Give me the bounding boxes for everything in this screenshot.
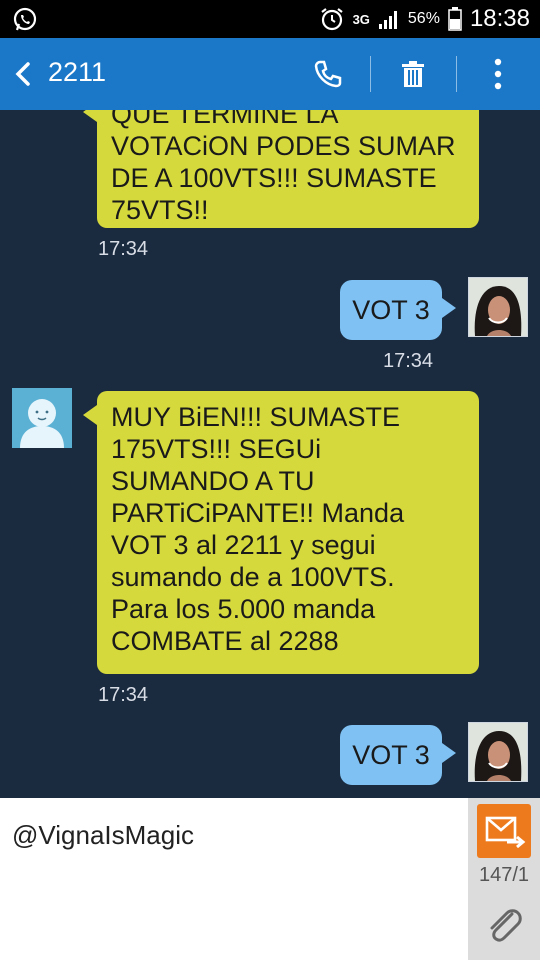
outgoing-message-bubble[interactable]: VOT 3 bbox=[340, 280, 456, 340]
profile-photo-icon bbox=[469, 278, 527, 336]
message-input[interactable]: @VignaIsMagic bbox=[12, 820, 194, 851]
trash-icon bbox=[402, 61, 424, 87]
alarm-icon bbox=[320, 8, 343, 31]
more-options-button[interactable] bbox=[474, 52, 522, 96]
my-avatar[interactable] bbox=[468, 277, 528, 337]
message-line: VOTACiON PODES SUMAR bbox=[111, 131, 456, 161]
incoming-message-bubble[interactable]: MUY BiEN!!! SUMASTE 175VTS!!! SEGUi SUMA… bbox=[83, 391, 479, 674]
battery-icon bbox=[448, 7, 462, 31]
message-timestamp: 17:34 bbox=[98, 684, 149, 706]
send-button[interactable] bbox=[477, 804, 531, 858]
signal-icon bbox=[378, 11, 397, 29]
network-3g-icon: 3G bbox=[352, 11, 370, 27]
composer-side-panel: 147/1 bbox=[468, 798, 540, 960]
more-vert-icon bbox=[494, 58, 502, 90]
message-line: QUE TERMINE LA bbox=[111, 110, 339, 129]
app-bar: 2211 bbox=[0, 38, 540, 110]
my-avatar[interactable] bbox=[468, 722, 528, 782]
message-text: VOT 3 bbox=[352, 740, 430, 770]
message-line: SUMANDO A TU bbox=[111, 466, 315, 496]
message-timestamp: 17:34 bbox=[383, 350, 434, 372]
incoming-message-bubble[interactable]: QUE TERMINE LA VOTACiON PODES SUMAR DE A… bbox=[83, 110, 479, 228]
call-button[interactable] bbox=[304, 52, 352, 96]
default-contact-icon bbox=[12, 388, 72, 448]
outgoing-message-bubble[interactable]: VOT 3 bbox=[340, 725, 456, 785]
profile-photo-icon bbox=[469, 723, 527, 781]
whatsapp-icon bbox=[13, 7, 37, 31]
attach-icon[interactable] bbox=[482, 902, 526, 946]
message-text: VOT 3 bbox=[352, 295, 430, 325]
message-line: Para los 5.000 manda bbox=[111, 594, 376, 624]
app-bar-divider bbox=[456, 56, 457, 92]
app-bar-divider bbox=[370, 56, 371, 92]
status-bar: 3G 56% 18:38 bbox=[0, 0, 540, 38]
battery-percent: 56% bbox=[407, 10, 440, 27]
send-mms-icon bbox=[485, 816, 526, 849]
message-line: COMBATE al 2288 bbox=[111, 626, 339, 656]
contact-avatar[interactable] bbox=[12, 388, 72, 448]
message-composer[interactable]: @VignaIsMagic bbox=[0, 798, 468, 960]
message-line: VOT 3 al 2211 y segui bbox=[111, 530, 376, 560]
character-counter: 147/1 bbox=[478, 864, 530, 886]
message-timestamp: 17:34 bbox=[98, 238, 149, 260]
message-line: sumando de a 100VTS. bbox=[111, 562, 395, 592]
conversation-title: 2211 bbox=[48, 57, 107, 87]
message-line: MUY BiEN!!! SUMASTE bbox=[111, 402, 401, 432]
message-line: 175VTS!!! SEGUi bbox=[111, 434, 322, 464]
phone-icon bbox=[314, 60, 342, 88]
clock: 18:38 bbox=[469, 5, 530, 32]
back-arrow-icon[interactable] bbox=[8, 56, 42, 92]
message-line: DE A 100VTS!!! SUMASTE bbox=[111, 163, 437, 193]
message-line: 75VTS!! bbox=[111, 195, 209, 225]
delete-button[interactable] bbox=[389, 52, 437, 96]
message-line: PARTiCiPANTE!! Manda bbox=[111, 498, 405, 528]
conversation-list[interactable]: QUE TERMINE LA VOTACiON PODES SUMAR DE A… bbox=[0, 110, 540, 798]
